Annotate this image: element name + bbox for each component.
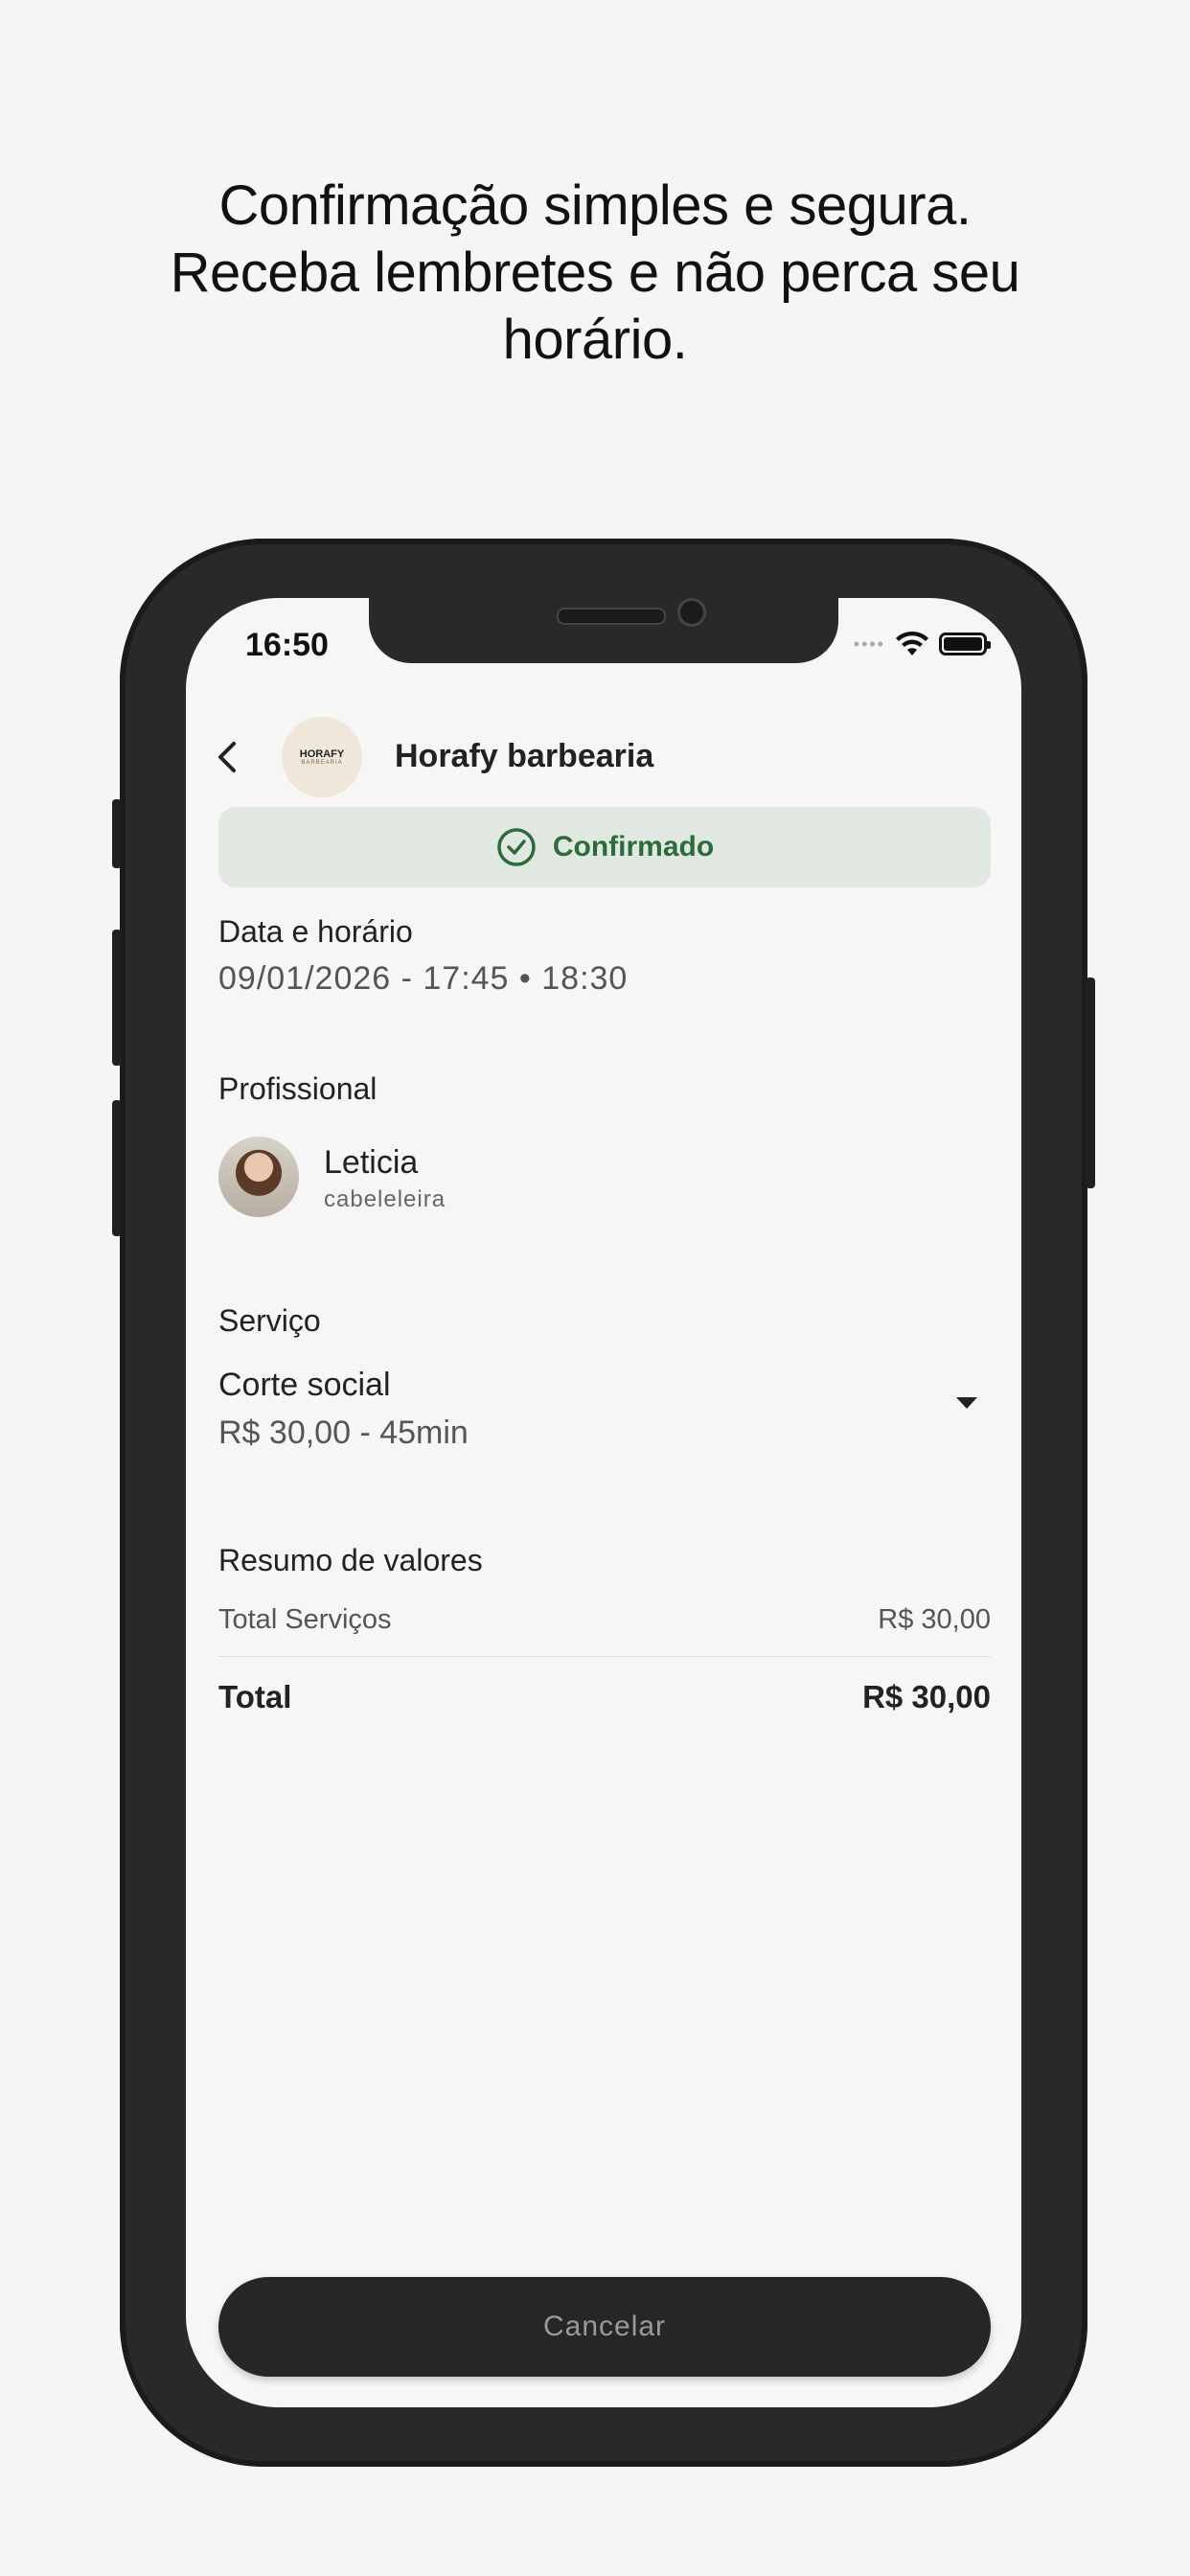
cancel-button-label: Cancelar xyxy=(542,2311,667,2342)
datetime-value: 09/01/2026 - 17:45 • 18:30 xyxy=(218,960,629,997)
battery-icon xyxy=(939,632,991,656)
app-header: HORAFY BARBEARIA Horafy barbearia xyxy=(186,711,1021,803)
headline-line-3: horário. xyxy=(502,309,688,371)
cancel-button[interactable]: Cancelar xyxy=(218,2277,991,2377)
summary-services-row: Total Serviços R$ 30,00 xyxy=(218,1604,991,1636)
promo-headline: Confirmação simples e segura. Receba lem… xyxy=(0,172,1190,374)
cellular-signal-icon: •••• xyxy=(853,633,885,654)
phone-volume-up xyxy=(112,930,122,1066)
professional-avatar xyxy=(218,1137,299,1217)
status-icons: •••• xyxy=(853,631,991,657)
summary-services-label: Total Serviços xyxy=(218,1604,392,1635)
front-camera xyxy=(677,598,706,627)
summary-total-value: R$ 30,00 xyxy=(862,1679,991,1714)
back-arrow-icon[interactable] xyxy=(205,734,251,780)
phone-mute-switch xyxy=(112,799,122,868)
status-badge-label: Confirmado xyxy=(552,831,715,862)
shop-name: Horafy barbearia xyxy=(395,738,654,774)
status-time: 16:50 xyxy=(245,627,329,663)
shop-logo: HORAFY BARBEARIA xyxy=(282,717,362,797)
logo-text: HORAFY xyxy=(299,748,345,760)
logo-subtext: BARBEARIA xyxy=(301,760,343,766)
service-name[interactable]: Corte social xyxy=(218,1367,391,1404)
notch xyxy=(369,598,838,663)
phone-screen: 16:50 •••• HORAFY BARBEARIA Horafy barbe… xyxy=(186,598,1021,2407)
check-circle-icon xyxy=(497,828,536,866)
professional-title: Profissional xyxy=(218,1071,378,1106)
headline-line-2: Receba lembretes e não perca seu xyxy=(170,242,1020,304)
summary-title: Resumo de valores xyxy=(218,1543,483,1577)
professional-role: cabeleleira xyxy=(324,1186,446,1212)
summary-total-row: Total R$ 30,00 xyxy=(218,1679,991,1715)
speaker xyxy=(557,608,666,625)
service-price-duration[interactable]: R$ 30,00 - 45min xyxy=(218,1414,469,1452)
wifi-icon xyxy=(896,631,928,656)
summary-total-label: Total xyxy=(218,1679,292,1714)
professional-name: Leticia xyxy=(324,1144,419,1181)
summary-divider xyxy=(218,1656,991,1657)
datetime-title: Data e horário xyxy=(218,914,413,949)
phone-power-button xyxy=(1086,978,1095,1188)
status-badge: Confirmado xyxy=(218,807,991,887)
chevron-down-icon[interactable] xyxy=(956,1397,977,1409)
summary-services-value: R$ 30,00 xyxy=(878,1604,991,1635)
phone-volume-down xyxy=(112,1100,122,1236)
headline-line-1: Confirmação simples e segura. xyxy=(218,174,972,237)
service-title: Serviço xyxy=(218,1303,321,1338)
